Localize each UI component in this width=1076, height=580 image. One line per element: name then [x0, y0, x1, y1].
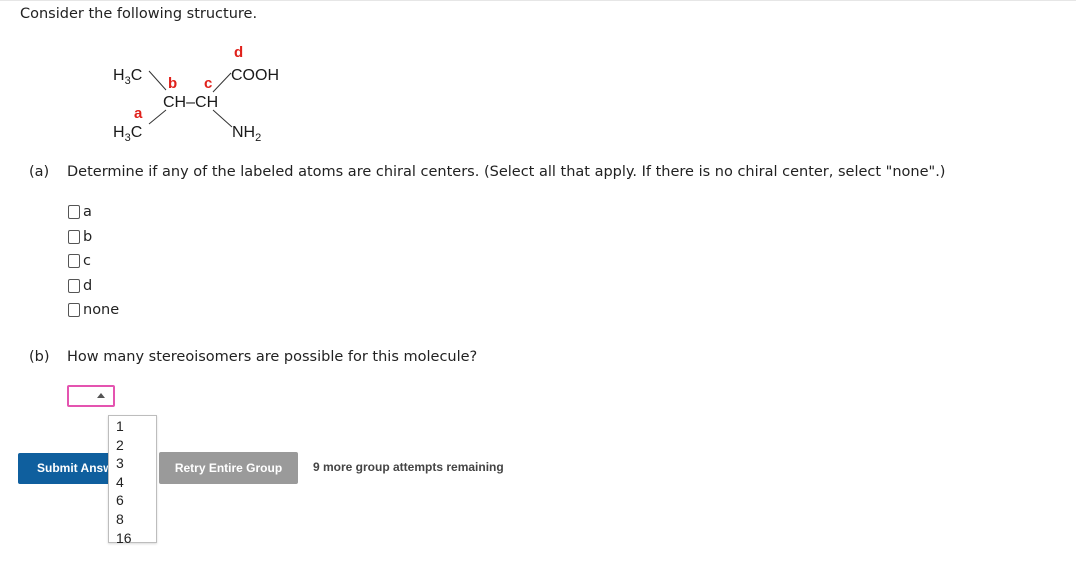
- option-none[interactable]: none: [68, 298, 119, 323]
- dropdown-option-16[interactable]: 16: [109, 529, 156, 548]
- stereoisomer-options-list: 1 2 3 4 6 8 16: [108, 415, 157, 546]
- option-d[interactable]: d: [68, 274, 119, 299]
- bond-amino: [212, 109, 233, 128]
- dropdown-option-3[interactable]: 3: [109, 454, 156, 473]
- atom-label-d: d: [234, 44, 243, 61]
- dropdown-option-1[interactable]: 1: [109, 417, 156, 436]
- question-a-number: (a): [29, 164, 50, 180]
- option-a[interactable]: a: [68, 200, 119, 225]
- question-a-text: Determine if any of the labeled atoms ar…: [67, 164, 946, 180]
- option-c[interactable]: c: [68, 249, 119, 274]
- atom-label-a: a: [134, 105, 143, 122]
- dropdown-option-2[interactable]: 2: [109, 436, 156, 455]
- option-c-label: c: [83, 253, 91, 270]
- chiral-options: a b c d none: [68, 200, 119, 323]
- attempts-remaining: 9 more group attempts remaining: [313, 460, 504, 474]
- dropdown-option-8[interactable]: 8: [109, 510, 156, 529]
- stereoisomer-dropdown[interactable]: [67, 385, 115, 407]
- question-b-text: How many stereoisomers are possible for …: [67, 349, 478, 365]
- top-divider: [0, 0, 1076, 1]
- option-none-label: none: [83, 302, 120, 319]
- checkbox-none[interactable]: [68, 303, 80, 318]
- atom-label-b: b: [168, 75, 177, 92]
- checkbox-c[interactable]: [68, 254, 80, 269]
- methyl-top: H3C: [113, 67, 142, 87]
- checkbox-a[interactable]: [68, 205, 80, 220]
- methyl-bottom: H3C: [113, 124, 142, 144]
- question-a: (a) Determine if any of the labeled atoms…: [29, 164, 945, 180]
- amino-group: NH2: [232, 124, 261, 144]
- option-b-label: b: [83, 228, 93, 245]
- bond-top-methyl: [148, 70, 167, 91]
- bond-bottom-methyl: [148, 109, 167, 125]
- dropdown-option-4[interactable]: 4: [109, 473, 156, 492]
- bond-carboxyl: [212, 72, 232, 93]
- carboxyl-group: COOH: [231, 67, 279, 84]
- question-b: (b) How many stereoisomers are possible f…: [29, 349, 477, 365]
- question-b-number: (b): [29, 349, 50, 365]
- option-a-label: a: [83, 204, 92, 221]
- option-b[interactable]: b: [68, 225, 119, 250]
- checkbox-d[interactable]: [68, 278, 80, 293]
- molecule-structure: d H3C COOH b c CH–CH a H3C NH2: [113, 44, 279, 144]
- retry-group-button[interactable]: Retry Entire Group: [159, 452, 298, 484]
- dropdown-arrow-icon[interactable]: [97, 393, 105, 398]
- intro-text: Consider the following structure.: [20, 6, 258, 22]
- checkbox-b[interactable]: [68, 229, 80, 244]
- option-d-label: d: [83, 277, 93, 294]
- atom-label-c: c: [204, 75, 212, 92]
- dropdown-option-6[interactable]: 6: [109, 491, 156, 510]
- ch-ch-backbone: CH–CH: [163, 94, 218, 111]
